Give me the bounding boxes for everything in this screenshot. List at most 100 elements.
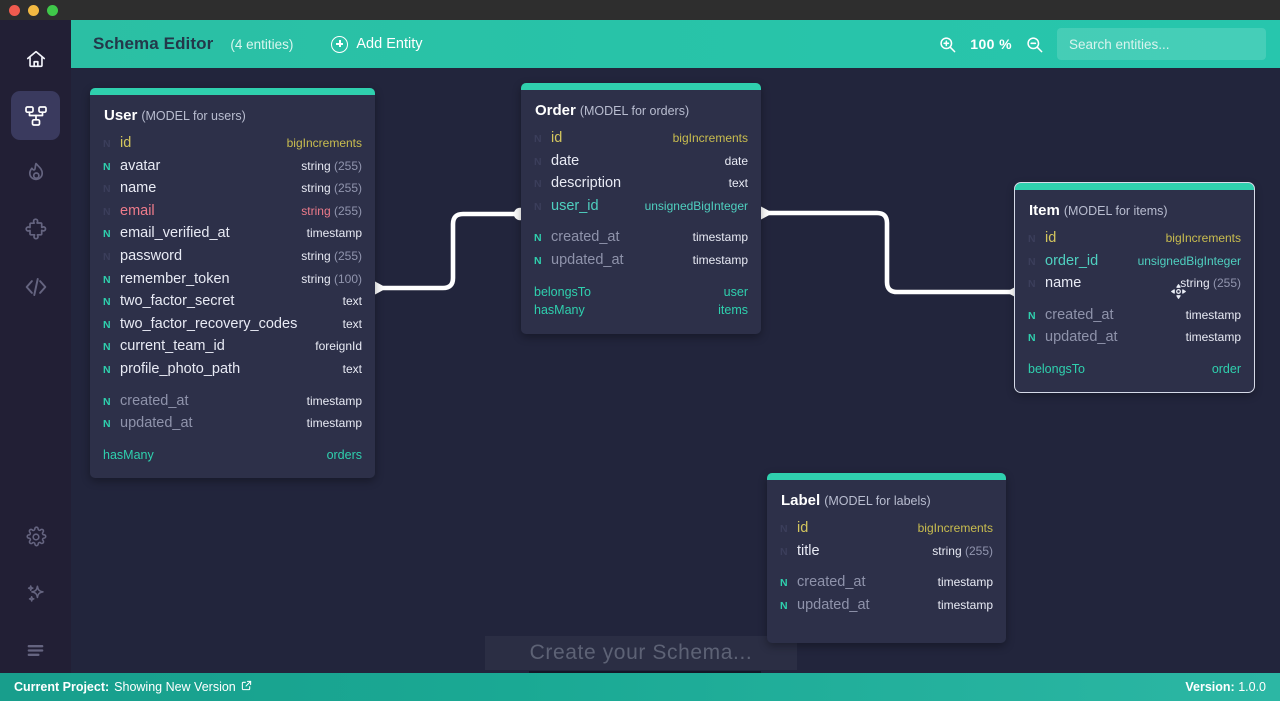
list-icon bbox=[24, 639, 47, 662]
field-name: email bbox=[120, 202, 155, 219]
nullable-marker: N bbox=[1028, 332, 1036, 345]
sidebar-item-code[interactable] bbox=[11, 262, 60, 311]
field-name: date bbox=[551, 152, 580, 169]
zoom-level: 100 % bbox=[970, 36, 1012, 52]
field-row[interactable]: Norder_id unsignedBigInteger bbox=[1028, 253, 1241, 276]
field-row[interactable]: Ncreated_at timestamp bbox=[534, 229, 748, 252]
sidebar-item-home[interactable] bbox=[11, 34, 60, 83]
relation-row[interactable]: hasMany items bbox=[534, 303, 748, 322]
entity-card-order[interactable]: Order (MODEL for orders) Nid bigIncrements… bbox=[521, 83, 761, 334]
field-row[interactable]: Nid bigIncrements bbox=[534, 130, 748, 153]
relation-target: user bbox=[723, 284, 748, 299]
field-row[interactable]: Ntwo_factor_recovery_codes text bbox=[103, 316, 362, 339]
field-row[interactable]: Nupdated_at timestamp bbox=[780, 597, 993, 620]
field-row[interactable]: Ndate date bbox=[534, 153, 748, 176]
entity-relations: hasMany orders bbox=[90, 438, 375, 479]
field-name: updated_at bbox=[551, 251, 624, 268]
entity-card-item[interactable]: Item (MODEL for items) Nid bigIncrements N… bbox=[1014, 181, 1255, 394]
nullable-marker: N bbox=[534, 232, 542, 245]
add-entity-button[interactable]: Add Entity bbox=[331, 35, 423, 53]
nullable-marker: N bbox=[534, 254, 542, 267]
entity-title: Item (MODEL for items) bbox=[1015, 190, 1254, 228]
window-close-button[interactable] bbox=[9, 4, 20, 16]
nullable-marker: N bbox=[103, 138, 111, 150]
field-row[interactable]: Nupdated_at timestamp bbox=[534, 252, 748, 275]
field-row[interactable]: Nemail_verified_at timestamp bbox=[103, 225, 362, 248]
window-minimize-button[interactable] bbox=[28, 4, 39, 16]
relation-target: order bbox=[1211, 361, 1241, 376]
field-type: string (255) bbox=[1180, 276, 1241, 291]
field-row[interactable]: Ndescription text bbox=[534, 175, 748, 198]
card-accent-bar bbox=[521, 83, 761, 90]
field-type: string (255) bbox=[301, 158, 362, 173]
status-version-label: Version: bbox=[1185, 680, 1235, 694]
sidebar-item-settings[interactable] bbox=[11, 512, 60, 561]
field-type: bigIncrements bbox=[672, 131, 748, 145]
nullable-marker: N bbox=[1028, 309, 1036, 322]
schema-icon bbox=[24, 104, 48, 128]
field-row[interactable]: Npassword string (255) bbox=[103, 248, 362, 271]
status-project-value: Showing New Version bbox=[114, 680, 236, 694]
entity-title: Order (MODEL for orders) bbox=[521, 90, 761, 128]
search-input[interactable] bbox=[1057, 28, 1266, 60]
field-row[interactable]: Nname string (255) bbox=[1028, 275, 1241, 298]
sidebar-item-schema[interactable] bbox=[11, 91, 60, 140]
relation-row[interactable]: belongsTo user bbox=[534, 285, 748, 304]
field-row[interactable]: Nid bigIncrements bbox=[1028, 230, 1241, 253]
field-row[interactable]: Nid bigIncrements bbox=[780, 520, 993, 543]
nullable-marker: N bbox=[534, 133, 542, 145]
field-type: text bbox=[728, 176, 748, 191]
add-entity-label: Add Entity bbox=[356, 36, 423, 52]
field-type: date bbox=[724, 153, 748, 168]
canvas-watermark: Create your Schema... bbox=[485, 636, 797, 670]
field-row[interactable]: Nid bigIncrements bbox=[103, 135, 362, 158]
field-row[interactable]: Nname string (255) bbox=[103, 180, 362, 203]
field-row[interactable]: Navatar string (255) bbox=[103, 158, 362, 181]
field-type: timestamp bbox=[937, 597, 993, 612]
sidebar-item-menu[interactable] bbox=[11, 626, 60, 675]
field-row[interactable]: Ncreated_at timestamp bbox=[1028, 307, 1241, 330]
field-row[interactable]: Ntitle string (255) bbox=[780, 543, 993, 566]
nullable-marker: N bbox=[1028, 278, 1036, 291]
field-type: bigIncrements bbox=[286, 136, 362, 150]
entity-name: User bbox=[104, 107, 138, 124]
zoom-out-icon[interactable] bbox=[1025, 35, 1044, 54]
sidebar bbox=[0, 20, 71, 701]
field-row[interactable]: Ncreated_at timestamp bbox=[780, 574, 993, 597]
entity-subtitle: (MODEL for orders) bbox=[579, 104, 690, 118]
nullable-marker: N bbox=[534, 178, 542, 191]
sidebar-item-fire[interactable] bbox=[11, 148, 60, 197]
field-row[interactable]: Nupdated_at timestamp bbox=[103, 415, 362, 438]
schema-canvas[interactable]: Create your Schema... User (MODEL for use… bbox=[71, 68, 1280, 673]
nullable-marker: N bbox=[1028, 255, 1036, 268]
entity-card-label[interactable]: Label (MODEL for labels) Nid bigIncrements… bbox=[767, 473, 1006, 644]
sidebar-item-plugins[interactable] bbox=[11, 205, 60, 254]
field-row[interactable]: Ncreated_at timestamp bbox=[103, 393, 362, 416]
relation-row[interactable]: belongsTo order bbox=[1028, 362, 1241, 381]
field-row[interactable]: Nemail string (255) bbox=[103, 203, 362, 226]
entity-card-user[interactable]: User (MODEL for users) Nid bigIncrements N… bbox=[90, 88, 375, 479]
field-row[interactable]: Nprofile_photo_path text bbox=[103, 361, 362, 384]
field-row[interactable]: Ntwo_factor_secret text bbox=[103, 293, 362, 316]
field-row[interactable]: Nupdated_at timestamp bbox=[1028, 329, 1241, 352]
field-type: timestamp bbox=[692, 252, 748, 267]
connector-user-order bbox=[375, 207, 527, 295]
window-maximize-button[interactable] bbox=[47, 4, 58, 16]
sidebar-item-magic[interactable] bbox=[11, 569, 60, 618]
field-group-gap bbox=[1028, 298, 1241, 307]
field-name: profile_photo_path bbox=[120, 360, 241, 377]
zoom-in-icon[interactable] bbox=[938, 35, 957, 54]
code-icon bbox=[23, 274, 49, 300]
field-type: timestamp bbox=[306, 226, 362, 241]
nullable-marker: N bbox=[103, 183, 111, 196]
status-project[interactable]: Current Project: Showing New Version bbox=[14, 680, 252, 694]
relation-row[interactable]: hasMany orders bbox=[103, 448, 362, 467]
field-row[interactable]: Nuser_id unsignedBigInteger bbox=[534, 198, 748, 221]
field-row[interactable]: Nremember_token string (100) bbox=[103, 271, 362, 294]
field-row[interactable]: Ncurrent_team_id foreignId bbox=[103, 338, 362, 361]
entity-title: User (MODEL for users) bbox=[90, 95, 375, 133]
field-type: string (255) bbox=[932, 543, 993, 558]
nullable-marker: N bbox=[103, 318, 111, 331]
external-link-icon[interactable] bbox=[241, 680, 252, 694]
field-name: id bbox=[120, 135, 132, 151]
